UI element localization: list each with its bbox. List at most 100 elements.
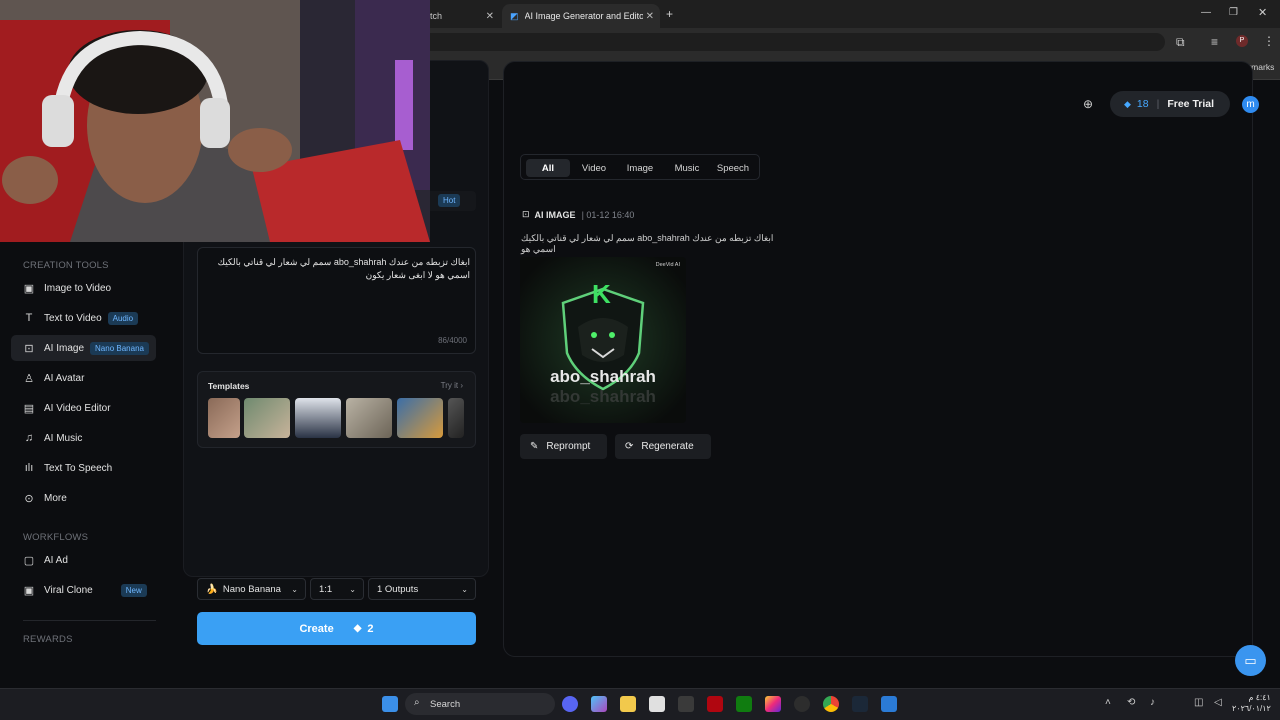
free-trial-label: Free Trial: [1167, 98, 1215, 110]
sidebar-item-label: AI Ad: [44, 554, 68, 566]
model-select[interactable]: 🍌 Nano Banana ⌄: [197, 578, 306, 600]
regenerate-button[interactable]: ⟳ Regenerate: [615, 434, 711, 459]
tab-music[interactable]: Music: [665, 159, 709, 177]
result-prompt: ابغاك تزبطه من عندك abo_shahrah سمم لي ش…: [521, 233, 774, 254]
webcam-overlay: [0, 0, 430, 242]
copilot-icon[interactable]: [591, 696, 607, 712]
tray-chevron-icon[interactable]: ˄: [1105, 697, 1111, 708]
close-tab-icon[interactable]: ✕: [646, 11, 654, 22]
nano-banana-badge: Nano Banana: [90, 341, 149, 355]
window-close-icon[interactable]: ✕: [1258, 6, 1267, 19]
browser-tab-ai-image[interactable]: ◩ AI Image Generator and Editor ✕: [502, 4, 660, 28]
templates-try-link[interactable]: Try it ›: [441, 381, 463, 390]
template-thumb[interactable]: [346, 398, 392, 438]
credits-pill[interactable]: ◆ 18 | Free Trial: [1110, 91, 1230, 117]
sidebar-item-ai-music[interactable]: ♫ AI Music: [11, 425, 156, 451]
sidebar-item-viral-clone[interactable]: ▣ Viral Clone New: [11, 577, 156, 603]
generated-image[interactable]: K abo_shahrah abo_shahrah DeeVid AI: [520, 257, 686, 423]
sync-icon[interactable]: ⟲: [1127, 697, 1135, 708]
unity-icon[interactable]: [678, 696, 694, 712]
new-tab-icon[interactable]: +: [666, 7, 673, 21]
reprompt-button[interactable]: ✎ Reprompt: [520, 434, 607, 459]
sidebar-item-label: AI Video Editor: [44, 402, 111, 414]
template-thumb[interactable]: [295, 398, 341, 438]
template-thumb[interactable]: [448, 398, 464, 438]
clone-icon: ▣: [23, 584, 35, 597]
workflows-heading: WORKFLOWS: [23, 532, 89, 543]
steam-icon[interactable]: [852, 696, 868, 712]
menu-icon[interactable]: ⋮: [1263, 34, 1275, 48]
credits-count: 18: [1136, 98, 1149, 110]
try-it-label: Try it: [440, 381, 459, 390]
browser-tab-itch[interactable]: itch ✕: [420, 4, 500, 28]
site-favicon-icon: ◩: [510, 10, 519, 21]
discord-icon[interactable]: [562, 696, 578, 712]
sidebar-item-image-to-video[interactable]: ▣ Image to Video: [11, 275, 156, 301]
clock-time: ٤:٤١ م: [1248, 693, 1271, 702]
sidebar-item-label: More: [44, 492, 67, 504]
ai-image-icon: ⊡: [24, 342, 34, 355]
video-editor-icon: ▤: [23, 402, 35, 415]
template-thumb[interactable]: [244, 398, 290, 438]
template-thumb[interactable]: [397, 398, 443, 438]
sidebar-item-text-to-video[interactable]: T Text to Video Audio: [11, 305, 156, 331]
prompt-field[interactable]: ابغاك تزبطه من عندك abo_shahrah سمم لي ش…: [197, 247, 476, 354]
tab-video[interactable]: Video: [573, 159, 615, 177]
avatar[interactable]: m: [1242, 96, 1259, 113]
netflix-icon[interactable]: [707, 696, 723, 712]
reprompt-label: Reprompt: [546, 441, 591, 452]
network-icon[interactable]: ◫: [1194, 697, 1203, 708]
create-cost: 2: [367, 622, 374, 635]
tab-label: AI Image Generator and Editor: [524, 11, 643, 21]
taskbar-clock[interactable]: ٤:٤١ م ٢٠٢٦/٠١/١٢: [1232, 692, 1271, 714]
tab-speech[interactable]: Speech: [711, 159, 755, 177]
result-time: | 01-12 16:40: [581, 209, 635, 220]
sidebar-item-ai-ad[interactable]: ▢ AI Ad: [11, 547, 156, 573]
avatar-icon: ♙: [24, 372, 34, 385]
xbox-icon[interactable]: [736, 696, 752, 712]
profile-icon[interactable]: P: [1236, 35, 1248, 47]
logo-letter: K: [592, 279, 611, 309]
instagram-icon[interactable]: [765, 696, 781, 712]
sidebar-item-more[interactable]: ⊙ More: [11, 485, 156, 511]
sidebar-item-text-to-speech[interactable]: ılı Text To Speech: [11, 455, 156, 481]
result-type: AI IMAGE: [534, 209, 576, 220]
templates-card: Templates Try it ›: [197, 371, 476, 448]
audio-badge: Audio: [107, 311, 139, 325]
sidebar-item-ai-avatar[interactable]: ♙ AI Avatar: [11, 365, 156, 391]
outputs-select-value: 1 Outputs: [377, 583, 419, 595]
ad-icon: ▢: [23, 554, 35, 567]
minimize-icon[interactable]: —: [1201, 7, 1211, 18]
prompt-text[interactable]: ابغاك تزبطه من عندك abo_shahrah سمم لي ش…: [206, 256, 470, 282]
url-field[interactable]: [400, 33, 1165, 51]
tab-image[interactable]: Image: [619, 159, 661, 177]
sidebar-item-ai-video-editor[interactable]: ▤ AI Video Editor: [11, 395, 156, 421]
windows-start-icon[interactable]: [382, 696, 398, 712]
chatgpt-icon[interactable]: [794, 696, 810, 712]
create-button[interactable]: Create ◆ 2: [197, 612, 476, 645]
app-icon[interactable]: [881, 696, 897, 712]
taskbar-search[interactable]: ⌕ Search: [405, 693, 555, 715]
image-icon: ▣: [23, 282, 35, 295]
chat-support-icon[interactable]: ▭: [1235, 645, 1266, 676]
store-icon[interactable]: [649, 696, 665, 712]
sidebar-item-ai-image[interactable]: ⊡ AI Image Nano Banana: [11, 335, 156, 361]
tab-all[interactable]: All: [526, 159, 570, 177]
aspect-ratio-select[interactable]: 1:1 ⌄: [310, 578, 364, 600]
close-tab-icon[interactable]: ✕: [486, 11, 494, 22]
volume-icon[interactable]: ◁: [1214, 697, 1222, 708]
banana-icon: 🍌: [206, 583, 218, 595]
extensions-icon[interactable]: ⧉: [1176, 35, 1185, 50]
template-thumb[interactable]: [208, 398, 240, 438]
chrome-icon[interactable]: [823, 696, 839, 712]
media-icon[interactable]: ≡: [1211, 35, 1218, 49]
creation-tools-heading: CREATION TOOLS: [23, 260, 109, 271]
maximize-icon[interactable]: ❐: [1229, 7, 1238, 18]
new-badge: New: [120, 583, 147, 597]
file-explorer-icon[interactable]: [620, 696, 636, 712]
language-globe-icon[interactable]: ⊕: [1083, 97, 1093, 111]
chevron-down-icon: ⌄: [349, 584, 356, 594]
mic-icon[interactable]: ♪: [1150, 697, 1155, 708]
outputs-select[interactable]: 1 Outputs ⌄: [368, 578, 476, 600]
more-icon: ⊙: [24, 492, 34, 505]
